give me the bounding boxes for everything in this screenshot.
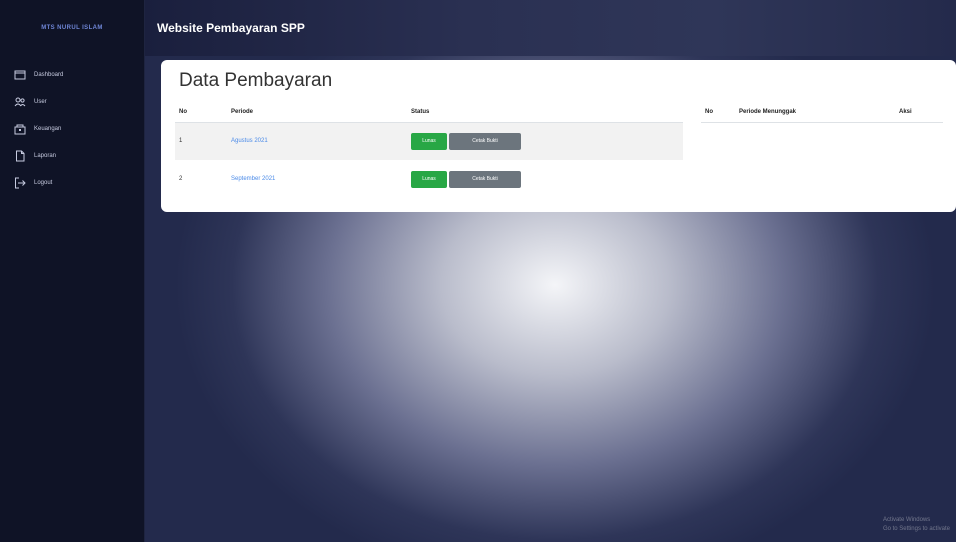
sidebar-item-user[interactable]: User — [0, 91, 144, 112]
print-receipt-button[interactable]: Cetak Bukti — [449, 132, 521, 150]
sidebar-item-label: Dashboard — [34, 71, 64, 78]
payment-table: No Periode Status 1 Agustus 2021 Lunas Ce… — [175, 102, 683, 198]
column-header-no: No — [705, 108, 713, 115]
sidebar-item-label: User — [34, 98, 47, 105]
page-title: Website Pembayaran SPP — [157, 21, 305, 35]
column-header-no: No — [179, 108, 187, 115]
wallet-icon — [14, 123, 26, 135]
users-icon — [14, 96, 26, 108]
row-periode: Agustus 2021 — [231, 138, 268, 145]
row-no: 2 — [179, 176, 183, 182]
column-header-status: Status — [411, 108, 430, 115]
main-content: Website Pembayaran SPP Data Pembayaran N… — [145, 0, 956, 542]
row-status-cell: Lunas Cetak Bukti — [407, 160, 683, 198]
column-header-periode: Periode — [231, 108, 254, 115]
dashboard-icon — [14, 69, 26, 81]
row-periode: September 2021 — [231, 176, 276, 182]
table-row: 2 September 2021 Lunas Cetak Bukti — [175, 160, 683, 198]
table-header-row: No Periode Status — [175, 102, 683, 122]
sidebar-item-label: Laporan — [34, 152, 57, 159]
top-navbar: Website Pembayaran SPP — [145, 0, 956, 56]
column-header-periode-menunggak: Periode Menunggak — [739, 108, 797, 115]
payment-card: Data Pembayaran No Periode Status 1 Agus… — [161, 60, 956, 212]
table-row: 1 Agustus 2021 Lunas Cetak Bukti — [175, 122, 683, 160]
table-header-row: No Periode Menunggak Aksi — [701, 102, 943, 122]
lunas-button[interactable]: Lunas — [411, 132, 447, 150]
arrears-table: No Periode Menunggak Aksi — [701, 102, 943, 123]
brand-label: MTS NURUL ISLAM — [41, 25, 103, 31]
watermark-line-1: Activate Windows — [882, 517, 931, 523]
sidebar-item-dashboard[interactable]: Dashboard — [0, 64, 144, 85]
sidebar-item-label: Logout — [34, 179, 53, 186]
column-header-aksi: Aksi — [899, 108, 912, 115]
sidebar-item-keuangan[interactable]: Keuangan — [0, 118, 144, 139]
card-title: Data Pembayaran — [179, 70, 333, 91]
lunas-button[interactable]: Lunas — [411, 170, 447, 188]
sidebar-item-logout[interactable]: Logout — [0, 172, 144, 193]
windows-activation-watermark: Activate Windows Go to Settings to activ… — [883, 516, 950, 534]
sidebar: MTS NURUL ISLAM Dashboard User Keuangan … — [0, 0, 145, 542]
print-receipt-button[interactable]: Cetak Bukti — [449, 170, 521, 188]
document-icon — [14, 150, 26, 162]
sidebar-item-laporan[interactable]: Laporan — [0, 145, 144, 166]
row-status-cell: Lunas Cetak Bukti — [407, 122, 683, 160]
sidebar-item-label: Keuangan — [34, 125, 62, 132]
logout-icon — [14, 177, 26, 189]
watermark-line-2: Go to Settings to activate — [882, 526, 950, 532]
row-no: 1 — [179, 138, 183, 145]
